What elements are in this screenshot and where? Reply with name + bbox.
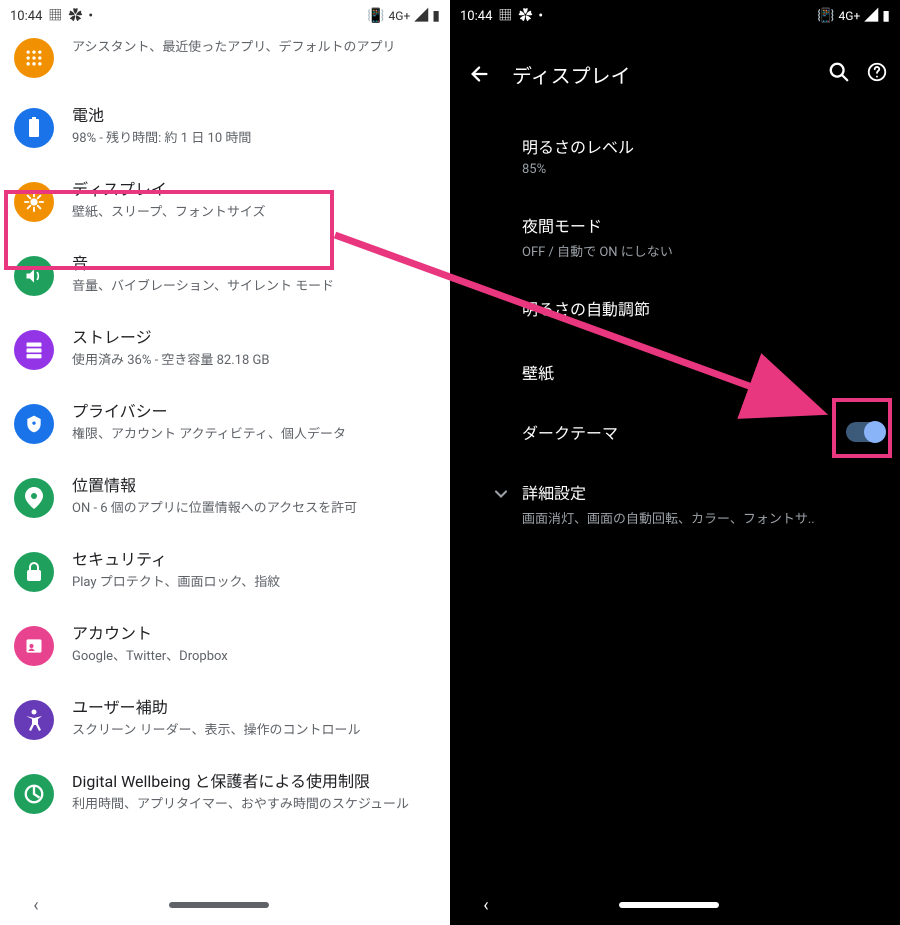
settings-row-location[interactable]: 位置情報 ON - 6 個のアプリに位置情報へのアクセスを許可 bbox=[0, 462, 450, 536]
status-time: 10:44 bbox=[460, 9, 492, 24]
row-subtitle: 権限、アカウント アクティビティ、個人データ bbox=[72, 426, 438, 444]
row-subtitle: ON - 6 個のアプリに位置情報へのアクセスを許可 bbox=[72, 500, 438, 518]
storage-icon bbox=[14, 330, 54, 370]
settings-gear-icon: ✿ bbox=[68, 9, 82, 23]
status-time: 10:44 bbox=[10, 9, 42, 24]
row-title: ストレージ bbox=[72, 328, 438, 349]
setting-night-mode[interactable]: 夜間モード OFF / 自動で ON にしない bbox=[522, 195, 884, 278]
nav-bar: ‹ bbox=[0, 885, 450, 925]
vibrate-icon: 📳 bbox=[367, 9, 384, 23]
apps-icon bbox=[14, 38, 54, 78]
row-subtitle: Play プロテクト、画面ロック、指紋 bbox=[72, 574, 438, 592]
settings-row-wellbeing[interactable]: Digital Wellbeing と保護者による使用制限 利用時間、アプリタイ… bbox=[0, 758, 450, 832]
nav-bar: ‹ bbox=[450, 885, 900, 925]
item-title: 明るさのレベル bbox=[522, 134, 884, 158]
nav-back-icon[interactable]: ‹ bbox=[483, 895, 488, 916]
item-title: 夜間モード bbox=[522, 213, 884, 237]
item-subtitle: 85% bbox=[522, 162, 884, 177]
help-icon[interactable] bbox=[866, 61, 888, 87]
row-title: 電池 bbox=[72, 106, 438, 127]
status-bar: 10:44 ▦ ✿ • 📳 4G+ ◢ ▮ bbox=[450, 0, 900, 32]
row-title: セキュリティ bbox=[72, 550, 438, 571]
item-title: 詳細設定 bbox=[522, 480, 884, 504]
settings-row-storage[interactable]: ストレージ 使用済み 36% - 空き容量 82.18 GB bbox=[0, 314, 450, 388]
row-title: アカウント bbox=[72, 624, 438, 645]
back-button[interactable] bbox=[462, 63, 498, 85]
row-subtitle: 音量、バイブレーション、サイレント モード bbox=[72, 278, 438, 296]
setting-brightness[interactable]: 明るさのレベル 85% bbox=[522, 116, 884, 195]
signal-icon: ◢ bbox=[414, 9, 428, 23]
settings-row-security[interactable]: セキュリティ Play プロテクト、画面ロック、指紋 bbox=[0, 536, 450, 610]
settings-row-privacy[interactable]: プライバシー 権限、アカウント アクティビティ、個人データ bbox=[0, 388, 450, 462]
nav-home-pill[interactable] bbox=[619, 902, 719, 908]
row-subtitle: Google、Twitter、Dropbox bbox=[72, 648, 438, 666]
row-title: 位置情報 bbox=[72, 476, 438, 497]
chevron-down-icon bbox=[480, 480, 522, 504]
page-title: ディスプレイ bbox=[512, 60, 828, 89]
accessibility-icon bbox=[14, 700, 54, 740]
settings-row-display[interactable]: ディスプレイ 壁紙、スリープ、フォントサイズ bbox=[0, 166, 450, 240]
settings-row-accessibility[interactable]: ユーザー補助 スクリーン リーダー、表示、操作のコントロール bbox=[0, 684, 450, 758]
wellbeing-icon bbox=[14, 774, 54, 814]
row-title: 音 bbox=[72, 254, 438, 275]
display-settings-list[interactable]: 明るさのレベル 85% 夜間モード OFF / 自動で ON にしない 明るさの… bbox=[450, 116, 900, 545]
settings-row-battery[interactable]: 電池 98% - 残り時間: 約 1 日 10 時間 bbox=[0, 92, 450, 166]
row-title: プライバシー bbox=[72, 402, 438, 423]
settings-row-sound[interactable]: 音 音量、バイブレーション、サイレント モード bbox=[0, 240, 450, 314]
status-bar: 10:44 ▦ ✿ • 📳 4G+ ◢ ▮ bbox=[0, 0, 450, 32]
display-screen-dark: 10:44 ▦ ✿ • 📳 4G+ ◢ ▮ ディスプレイ 明るさのレベル bbox=[450, 0, 900, 925]
security-icon bbox=[14, 552, 54, 592]
setting-advanced[interactable]: 詳細設定 画面消灯、画面の自動回転、カラー、フォントサ.. bbox=[480, 462, 884, 545]
setting-dark-theme[interactable]: ダークテーマ bbox=[522, 402, 884, 462]
screenshot-icon: ▦ bbox=[48, 9, 62, 23]
row-subtitle: 利用時間、アプリタイマー、おやすみ時間のスケジュール bbox=[72, 796, 438, 814]
location-icon bbox=[14, 478, 54, 518]
settings-list[interactable]: アシスタント、最近使ったアプリ、デフォルトのアプリ 電池 98% - 残り時間:… bbox=[0, 32, 450, 832]
sound-icon bbox=[14, 256, 54, 296]
row-subtitle: アシスタント、最近使ったアプリ、デフォルトのアプリ bbox=[72, 39, 438, 57]
item-title: ダークテーマ bbox=[522, 420, 846, 444]
settings-row-accounts[interactable]: アカウント Google、Twitter、Dropbox bbox=[0, 610, 450, 684]
battery-icon bbox=[14, 108, 54, 148]
toggle-knob bbox=[864, 421, 886, 443]
privacy-icon bbox=[14, 404, 54, 444]
nav-back-icon[interactable]: ‹ bbox=[33, 895, 38, 916]
item-subtitle: OFF / 自動で ON にしない bbox=[522, 241, 884, 260]
network-label: 4G+ bbox=[839, 9, 861, 23]
item-title: 明るさの自動調節 bbox=[522, 296, 884, 320]
setting-auto-brightness[interactable]: 明るさの自動調節 bbox=[522, 278, 884, 342]
dark-theme-toggle[interactable] bbox=[846, 422, 884, 442]
row-title: Digital Wellbeing と保護者による使用制限 bbox=[72, 772, 438, 793]
account-icon bbox=[14, 626, 54, 666]
settings-gear-icon: ✿ bbox=[518, 9, 532, 23]
row-subtitle: 使用済み 36% - 空き容量 82.18 GB bbox=[72, 352, 438, 370]
item-subtitle: 画面消灯、画面の自動回転、カラー、フォントサ.. bbox=[522, 508, 884, 527]
display-icon bbox=[14, 182, 54, 222]
item-title: 壁紙 bbox=[522, 360, 884, 384]
setting-wallpaper[interactable]: 壁紙 bbox=[522, 342, 884, 402]
signal-icon: ◢ bbox=[864, 9, 878, 23]
nav-home-pill[interactable] bbox=[169, 902, 269, 908]
settings-screen-light: 10:44 ▦ ✿ • 📳 4G+ ◢ ▮ アシスタント、最近使ったアプリ、デフ… bbox=[0, 0, 450, 925]
row-subtitle: スクリーン リーダー、表示、操作のコントロール bbox=[72, 722, 438, 740]
battery-icon: ▮ bbox=[882, 9, 890, 23]
dot-icon: • bbox=[538, 9, 543, 23]
display-header: ディスプレイ bbox=[450, 32, 900, 116]
row-title: ユーザー補助 bbox=[72, 698, 438, 719]
dot-icon: • bbox=[88, 9, 93, 23]
network-label: 4G+ bbox=[389, 9, 411, 23]
search-icon[interactable] bbox=[828, 61, 850, 87]
battery-icon: ▮ bbox=[432, 9, 440, 23]
row-subtitle: 98% - 残り時間: 約 1 日 10 時間 bbox=[72, 130, 438, 148]
settings-row-apps[interactable]: アシスタント、最近使ったアプリ、デフォルトのアプリ bbox=[0, 36, 450, 92]
row-title: ディスプレイ bbox=[72, 180, 438, 201]
vibrate-icon: 📳 bbox=[817, 9, 834, 23]
screenshot-icon: ▦ bbox=[498, 9, 512, 23]
row-subtitle: 壁紙、スリープ、フォントサイズ bbox=[72, 204, 438, 222]
